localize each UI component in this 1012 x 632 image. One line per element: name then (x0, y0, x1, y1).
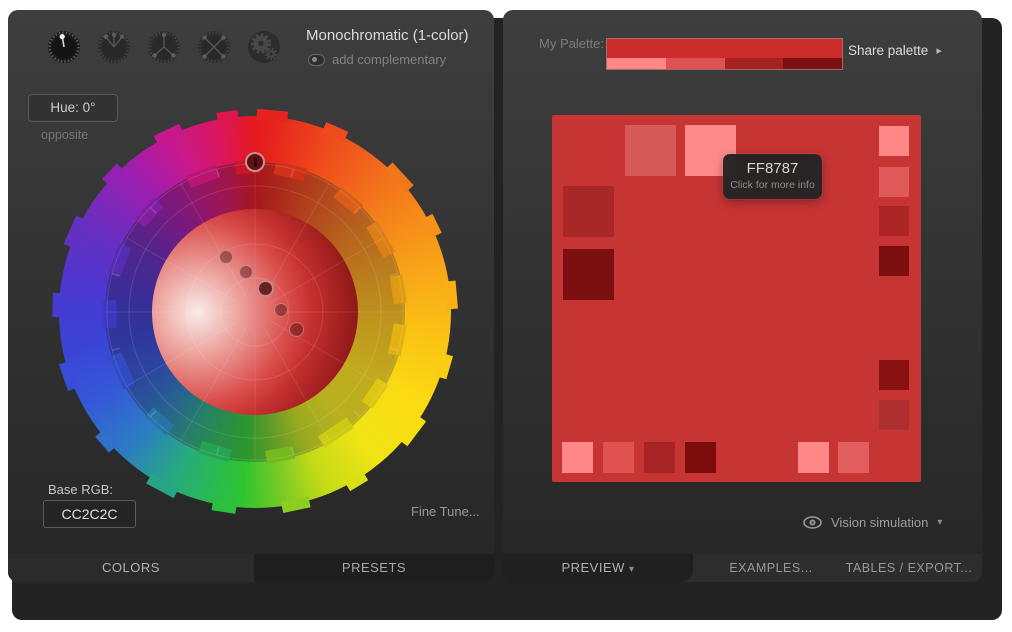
eye-icon (803, 516, 822, 529)
share-arrow-icon: ▸ (936, 44, 942, 57)
scheme-tetrad-icon[interactable] (196, 29, 232, 65)
tab-presets[interactable]: PRESETS (254, 554, 494, 582)
fine-tune-link[interactable]: Fine Tune... (411, 504, 480, 519)
preview-square[interactable] (644, 442, 675, 473)
color-wheel[interactable] (45, 102, 465, 522)
add-complementary-label: add complementary (332, 52, 446, 67)
scheme-panel: Monochromatic (1-color) add complementar… (8, 10, 494, 582)
add-complementary-option[interactable]: add complementary (308, 52, 446, 67)
wheel-notch (211, 499, 237, 514)
preview-square[interactable] (685, 442, 716, 473)
wheel-notch (52, 293, 64, 318)
tooltip-color-value: FF8787 (723, 160, 822, 177)
variant-dot-4[interactable] (289, 322, 304, 337)
palette-swatch[interactable] (666, 58, 725, 69)
scheme-monochromatic-icon[interactable] (46, 29, 82, 65)
palette-swatch[interactable] (783, 58, 842, 69)
scheme-adjacent-icon[interactable] (96, 29, 132, 65)
app-window: Monochromatic (1-color) add complementar… (0, 0, 1012, 632)
preview-square[interactable] (563, 186, 614, 237)
preview-square[interactable] (879, 360, 909, 390)
preview-area[interactable]: FF8787 Click for more info (552, 115, 921, 482)
vision-simulation-label: Vision simulation (831, 515, 928, 530)
preview-square[interactable] (798, 442, 829, 473)
base-rgb-input[interactable] (43, 500, 136, 528)
preview-caret-icon: ▾ (629, 564, 635, 575)
tab-examples[interactable]: EXAMPLES... (711, 554, 831, 582)
preview-square[interactable] (879, 126, 909, 156)
preview-square[interactable] (563, 249, 614, 300)
tab-colors[interactable]: COLORS (8, 554, 254, 582)
scheme-triad-icon[interactable] (146, 29, 182, 65)
preview-square[interactable] (879, 246, 909, 276)
variant-dot-2[interactable] (239, 265, 253, 279)
palette-bar[interactable] (606, 38, 843, 70)
wheel-notch (445, 281, 458, 309)
tab-preview[interactable]: PREVIEW ▾ (503, 554, 693, 582)
vision-simulation-dropdown[interactable]: Vision simulation ▾ (803, 515, 942, 530)
preview-panel: My Palette: Share palette ▸ FF8787 Click… (503, 10, 982, 582)
preview-square[interactable] (879, 206, 909, 236)
base-rgb-label: Base RGB: (48, 482, 113, 497)
vision-caret-icon: ▾ (937, 517, 942, 528)
my-palette-label: My Palette: (539, 36, 604, 51)
color-tooltip[interactable]: FF8787 Click for more info (723, 154, 822, 199)
scheme-title: Monochromatic (1-color) (306, 27, 469, 44)
palette-swatches (607, 58, 842, 69)
hue-marker[interactable] (245, 152, 265, 172)
palette-main-color[interactable] (607, 39, 842, 58)
right-tabstrip: PREVIEW ▾ EXAMPLES... TABLES / EXPORT... (503, 554, 982, 582)
tab-preview-label: PREVIEW (561, 560, 624, 575)
base-color-dot[interactable] (257, 280, 274, 297)
wheel-notch (103, 301, 116, 329)
tab-tables-export[interactable]: TABLES / EXPORT... (839, 554, 979, 582)
preview-square[interactable] (879, 400, 909, 430)
variant-dot-1[interactable] (219, 250, 233, 264)
tooltip-hint: Click for more info (723, 179, 822, 191)
variant-dot-3[interactable] (274, 303, 288, 317)
share-palette-link[interactable]: Share palette ▸ (848, 43, 942, 58)
preview-square[interactable] (879, 167, 909, 197)
add-complementary-radio[interactable] (308, 54, 325, 66)
share-palette-label: Share palette (848, 43, 928, 58)
left-tabstrip: COLORS PRESETS (8, 554, 494, 582)
scheme-freestyle-gears-icon[interactable] (246, 29, 282, 65)
preview-square[interactable] (562, 442, 593, 473)
scheme-type-selector (46, 29, 282, 65)
palette-swatch[interactable] (607, 58, 666, 69)
preview-square[interactable] (838, 442, 869, 473)
palette-swatch[interactable] (725, 58, 784, 69)
preview-square[interactable] (625, 125, 676, 176)
preview-square[interactable] (603, 442, 634, 473)
brightness-saturation-disc[interactable] (152, 209, 358, 415)
